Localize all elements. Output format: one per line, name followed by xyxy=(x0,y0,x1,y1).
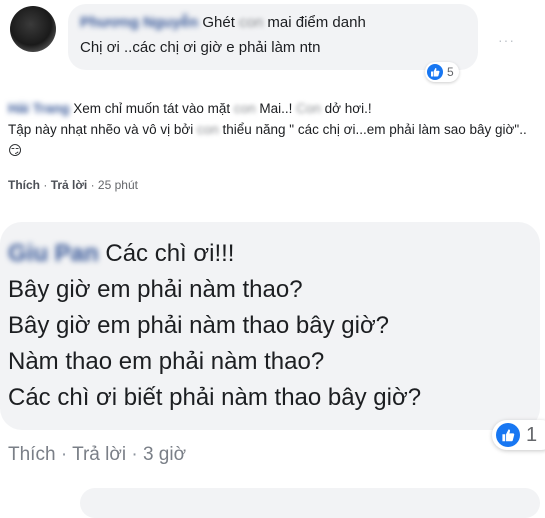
smirk-emoji-icon: 😏 xyxy=(8,143,23,158)
comment-text: Các chì ơi biết phải nàm thao bây giờ? xyxy=(8,384,422,411)
like-link[interactable]: Thích xyxy=(8,178,40,192)
comment-bubble: Giu Pan Các chì ơi!!! Bây giờ em phải nà… xyxy=(0,222,540,430)
comment-text: Bây giờ em phải nàm thao bây giờ? xyxy=(8,312,390,339)
comment-bubble: Phương Nguyễn Ghét con mai điểm danh Chị… xyxy=(68,4,478,70)
reaction-count: 5 xyxy=(447,65,454,79)
reply-link[interactable]: Trả lời xyxy=(51,178,88,192)
comment-text: Chị ơi ..các chị ơi giờ e phải làm ntn xyxy=(80,39,321,56)
more-icon[interactable]: ··· xyxy=(498,32,515,48)
comment-2: Hải Trang Xem chỉ muốn tát vào mặt con M… xyxy=(0,92,545,204)
next-comment-bubble xyxy=(80,488,540,518)
comment-actions: Thích · Trả lời · 25 phút xyxy=(8,178,138,192)
comment-3: Giu Pan Các chì ơi!!! Bây giờ em phải nà… xyxy=(0,212,545,500)
avatar[interactable] xyxy=(10,6,56,52)
reaction-badge[interactable]: 1 xyxy=(492,420,545,450)
blurred-word: Con xyxy=(296,101,321,116)
comment-text: Bây giờ em phải nàm thao? xyxy=(8,276,303,303)
timestamp[interactable]: 25 phút xyxy=(98,178,138,192)
reaction-count: 1 xyxy=(526,423,538,446)
comment-author[interactable]: Hải Trang xyxy=(8,101,70,116)
comment-text: Nàm thao em phải nàm thao? xyxy=(8,348,325,375)
like-icon xyxy=(496,423,520,447)
comment-actions: Thích · Trả lời · 3 giờ xyxy=(8,444,187,465)
blurred-word: con xyxy=(196,122,219,137)
comment-1: Phương Nguyễn Ghét con mai điểm danh Chị… xyxy=(0,0,545,86)
comment-text: Hải Trang Xem chỉ muốn tát vào mặt con M… xyxy=(8,101,527,158)
like-icon xyxy=(427,64,443,80)
comment-author[interactable]: Phương Nguyễn xyxy=(80,14,198,31)
comment-text: Ghét xyxy=(202,14,240,31)
comment-author[interactable]: Giu Pan xyxy=(8,240,99,267)
blurred-word: con xyxy=(239,14,264,31)
comment-text: Các chì ơi!!! xyxy=(105,240,235,267)
reaction-badge[interactable]: 5 xyxy=(425,62,459,82)
like-link[interactable]: Thích xyxy=(8,444,56,465)
timestamp[interactable]: 3 giờ xyxy=(143,444,186,465)
reply-link[interactable]: Trả lời xyxy=(72,444,126,465)
comment-text: mai điểm danh xyxy=(263,14,366,31)
blurred-word: con xyxy=(233,101,256,116)
